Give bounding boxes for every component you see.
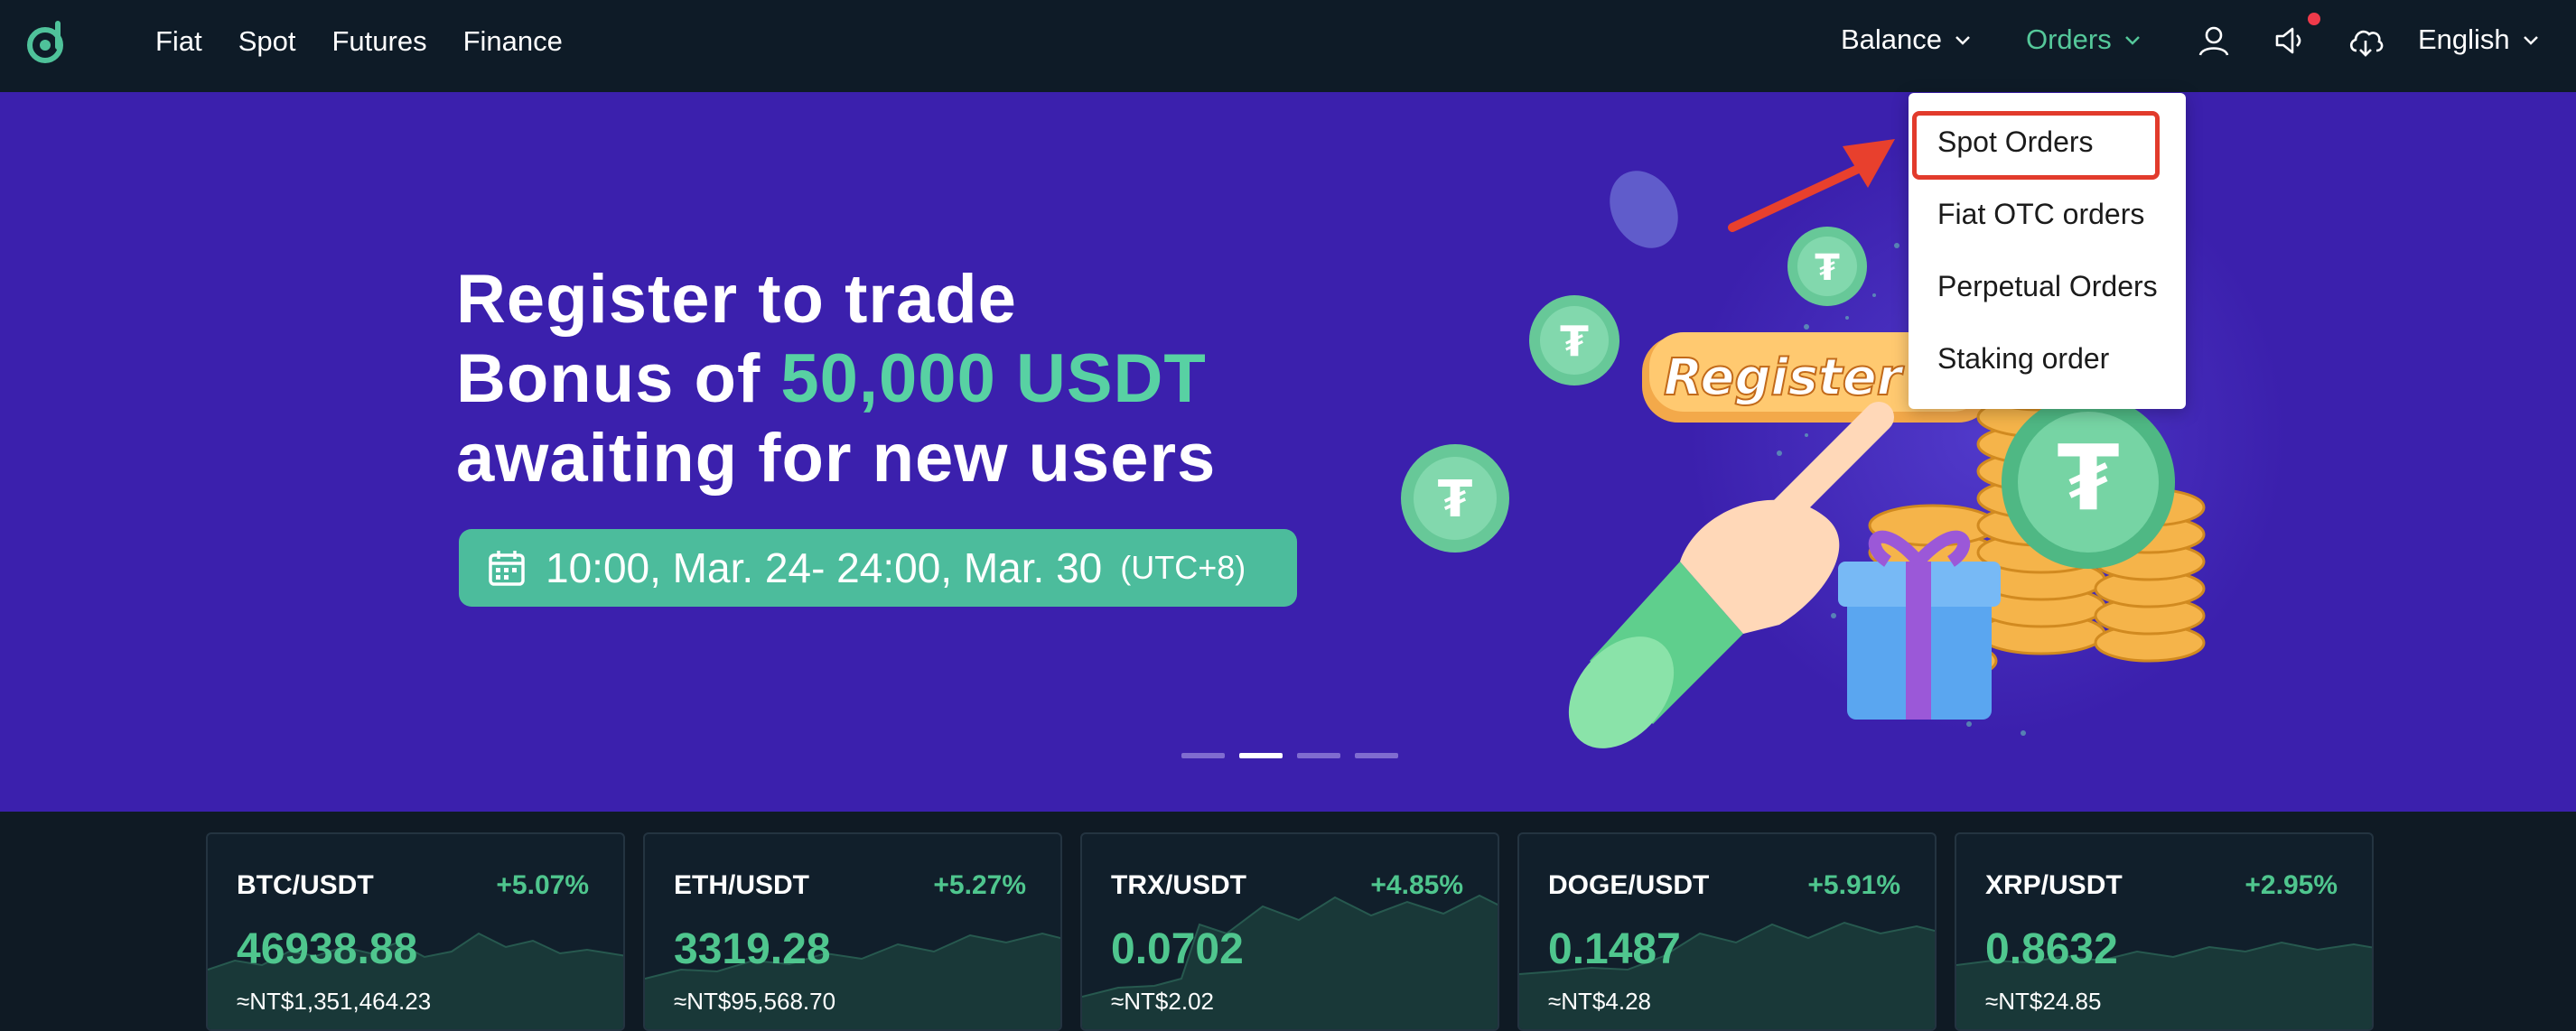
ticker-fiat-value: ≈NT$95,568.70 (674, 988, 836, 1015)
ticker-pair: BTC/USDT (237, 870, 374, 900)
nav-finance[interactable]: Finance (463, 25, 563, 58)
svg-text:₮: ₮ (1560, 317, 1589, 366)
svg-text:₮: ₮ (1438, 470, 1473, 529)
language-selector[interactable]: English (2418, 23, 2576, 56)
ticker-fiat-value: ≈NT$1,351,464.23 (237, 988, 432, 1015)
top-navbar: Fiat Spot Futures Finance Balance Orders… (0, 0, 2576, 92)
ticker-change: +5.27% (933, 870, 1026, 900)
download-icon[interactable] (2347, 23, 2385, 60)
nav-spot[interactable]: Spot (238, 25, 296, 58)
ticker-change: +4.85% (1370, 870, 1463, 900)
event-timezone: (UTC+8) (1120, 549, 1246, 586)
chevron-down-icon (2523, 36, 2538, 45)
orders-label: Orders (2026, 23, 2112, 55)
hero-line-3: awaiting for new users (456, 420, 1217, 497)
ticker-card-eth[interactable]: ETH/USDT +5.27% 3319.28 ≈NT$95,568.70 (643, 832, 1062, 1031)
svg-text:₮: ₮ (1815, 247, 1840, 289)
menu-item-staking-order[interactable]: Staking order (1937, 342, 2109, 376)
carousel-dot-active[interactable] (1239, 753, 1283, 758)
annotation-arrow (1728, 139, 1895, 232)
main-nav: Fiat Spot Futures Finance (155, 0, 563, 83)
balance-menu[interactable]: Balance (1841, 23, 2030, 56)
carousel-dot[interactable] (1297, 753, 1340, 758)
event-date-range: 10:00, Mar. 24- 24:00, Mar. 30 (546, 544, 1103, 591)
ticker-pair: TRX/USDT (1111, 870, 1246, 900)
ticker-price: 3319.28 (674, 925, 831, 973)
logo-icon[interactable] (23, 18, 70, 65)
ticker-price: 0.0702 (1111, 925, 1244, 973)
ticker-card-doge[interactable]: DOGE/USDT +5.91% 0.1487 ≈NT$4.28 (1517, 832, 1937, 1031)
calendar-icon (489, 551, 525, 586)
nav-fiat[interactable]: Fiat (155, 25, 202, 58)
orders-menu[interactable]: Orders (2026, 23, 2170, 56)
menu-item-spot-orders[interactable]: Spot Orders (1937, 125, 2094, 159)
chevron-down-icon (2124, 36, 2140, 45)
ticker-change: +5.07% (496, 870, 589, 900)
ticker-fiat-value: ≈NT$24.85 (1985, 988, 2102, 1015)
hero-headline: Register to trade Bonus of 50,000 USDT a… (456, 260, 1359, 498)
svg-text:₮: ₮ (2057, 425, 2120, 531)
orders-dropdown: Spot Orders Fiat OTC orders Perpetual Or… (1909, 93, 2186, 409)
ticker-change: +5.91% (1807, 870, 1900, 900)
hero-line-1: Register to trade (456, 261, 1017, 338)
language-label: English (2418, 23, 2510, 55)
ticker-price: 0.8632 (1985, 925, 2118, 973)
ticker-change: +2.95% (2245, 870, 2338, 900)
chevron-down-icon (1955, 36, 1970, 45)
carousel-dot[interactable] (1181, 753, 1225, 758)
hero-line-2-prefix: Bonus of (456, 340, 781, 417)
nav-futures[interactable]: Futures (331, 25, 426, 58)
ticker-price: 46938.88 (237, 925, 418, 973)
ticker-price: 0.1487 (1548, 925, 1681, 973)
ticker-pair: ETH/USDT (674, 870, 809, 900)
ticker-card-xrp[interactable]: XRP/USDT +2.95% 0.8632 ≈NT$24.85 (1955, 832, 2374, 1031)
ticker-pair: XRP/USDT (1985, 870, 2123, 900)
hero-banner[interactable]: Register to trade Bonus of 50,000 USDT a… (0, 92, 2576, 812)
user-icon[interactable] (2197, 23, 2231, 58)
speaker-icon[interactable] (2273, 23, 2307, 58)
event-date-pill: 10:00, Mar. 24- 24:00, Mar. 30 (UTC+8) (459, 529, 1297, 607)
hero-line-2: Bonus of 50,000 USDT (456, 339, 1359, 419)
notification-dot (2308, 13, 2320, 25)
ticker-card-btc[interactable]: BTC/USDT +5.07% 46938.88 ≈NT$1,351,464.2… (206, 832, 625, 1031)
balance-label: Balance (1841, 23, 1943, 55)
carousel-indicators (1181, 753, 1398, 758)
ticker-fiat-value: ≈NT$4.28 (1548, 988, 1651, 1015)
carousel-dot[interactable] (1355, 753, 1398, 758)
ticker-pair: DOGE/USDT (1548, 870, 1710, 900)
menu-item-perpetual-orders[interactable]: Perpetual Orders (1937, 270, 2158, 303)
hero-bonus-amount: 50,000 USDT (780, 340, 1207, 417)
ticker-fiat-value: ≈NT$2.02 (1111, 988, 1214, 1015)
ticker-card-trx[interactable]: TRX/USDT +4.85% 0.0702 ≈NT$2.02 (1080, 832, 1499, 1031)
menu-item-fiat-otc-orders[interactable]: Fiat OTC orders (1937, 198, 2144, 231)
